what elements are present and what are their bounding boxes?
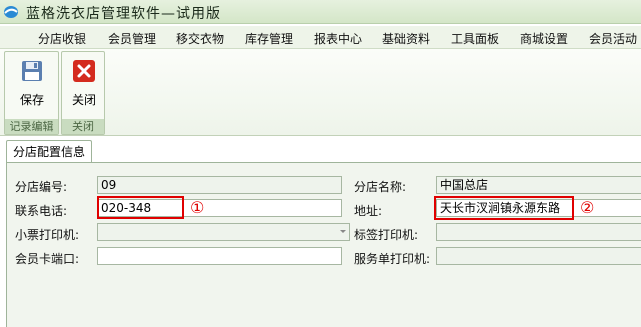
chevron-down-icon [340, 230, 346, 233]
save-button[interactable]: 保存 [12, 55, 52, 115]
menu-transfer-clothes[interactable]: 移交衣物 [176, 30, 224, 47]
tab-strip: 分店配置信息 [0, 136, 641, 163]
menu-basic-data[interactable]: 基础资料 [382, 30, 430, 47]
close-icon [73, 60, 95, 82]
main-menu-bar: 分店收银 会员管理 移交衣物 库存管理 报表中心 基础资料 工具面板 商城设置 … [0, 26, 641, 48]
close-group-caption: 关闭 [62, 119, 104, 134]
menu-inventory-management[interactable]: 库存管理 [245, 30, 293, 47]
phone-highlight-box [97, 196, 184, 219]
menu-tools-panel[interactable]: 工具面板 [451, 30, 499, 47]
menu-branch-cashier[interactable]: 分店收银 [38, 30, 86, 47]
menu-mall-settings[interactable]: 商城设置 [520, 30, 568, 47]
branch-name-label: 分店名称: [354, 180, 407, 194]
card-port-label: 会员卡端口: [15, 252, 80, 266]
label-printer-label: 标签打印机: [354, 228, 419, 242]
floppy-disk-icon [22, 61, 42, 81]
service-printer-label: 服务单打印机: [354, 252, 431, 266]
title-bar: 蓝格洗衣店管理软件—试用版 [0, 0, 641, 24]
menu-report-center[interactable]: 报表中心 [314, 30, 362, 47]
label-printer-select[interactable] [436, 223, 641, 241]
close-label: 关闭 [71, 93, 96, 107]
annotation-mark-1: ① [190, 198, 205, 217]
app-logo-icon [4, 6, 18, 18]
phone-label: 联系电话: [15, 204, 68, 218]
close-button[interactable]: 关闭 [64, 55, 104, 115]
window-title: 蓝格洗衣店管理软件—试用版 [26, 6, 221, 22]
menu-member-activities[interactable]: 会员活动 [589, 30, 637, 47]
ticket-printer-select[interactable] [97, 223, 350, 241]
menu-member-management[interactable]: 会员管理 [108, 30, 156, 47]
ticket-printer-label: 小票打印机: [15, 228, 80, 242]
save-label: 保存 [19, 93, 44, 107]
service-printer-select[interactable] [436, 247, 641, 265]
close-group: 关闭 关闭 [61, 51, 105, 135]
record-edit-caption: 记录编辑 [5, 119, 58, 134]
branch-no-label: 分店编号: [15, 180, 68, 194]
card-port-field[interactable] [97, 247, 342, 265]
annotation-mark-2: ② [580, 198, 595, 217]
record-edit-group: 保存 记录编辑 [4, 51, 59, 135]
address-label: 地址: [354, 204, 383, 218]
tab-branch-config[interactable]: 分店配置信息 [6, 140, 93, 163]
branch-no-field[interactable]: 09 [97, 176, 342, 194]
ribbon-toolbar: 保存 记录编辑 关闭 关闭 [0, 48, 641, 136]
address-highlight-box [434, 196, 574, 220]
branch-name-field[interactable]: 中国总店 [436, 176, 641, 194]
